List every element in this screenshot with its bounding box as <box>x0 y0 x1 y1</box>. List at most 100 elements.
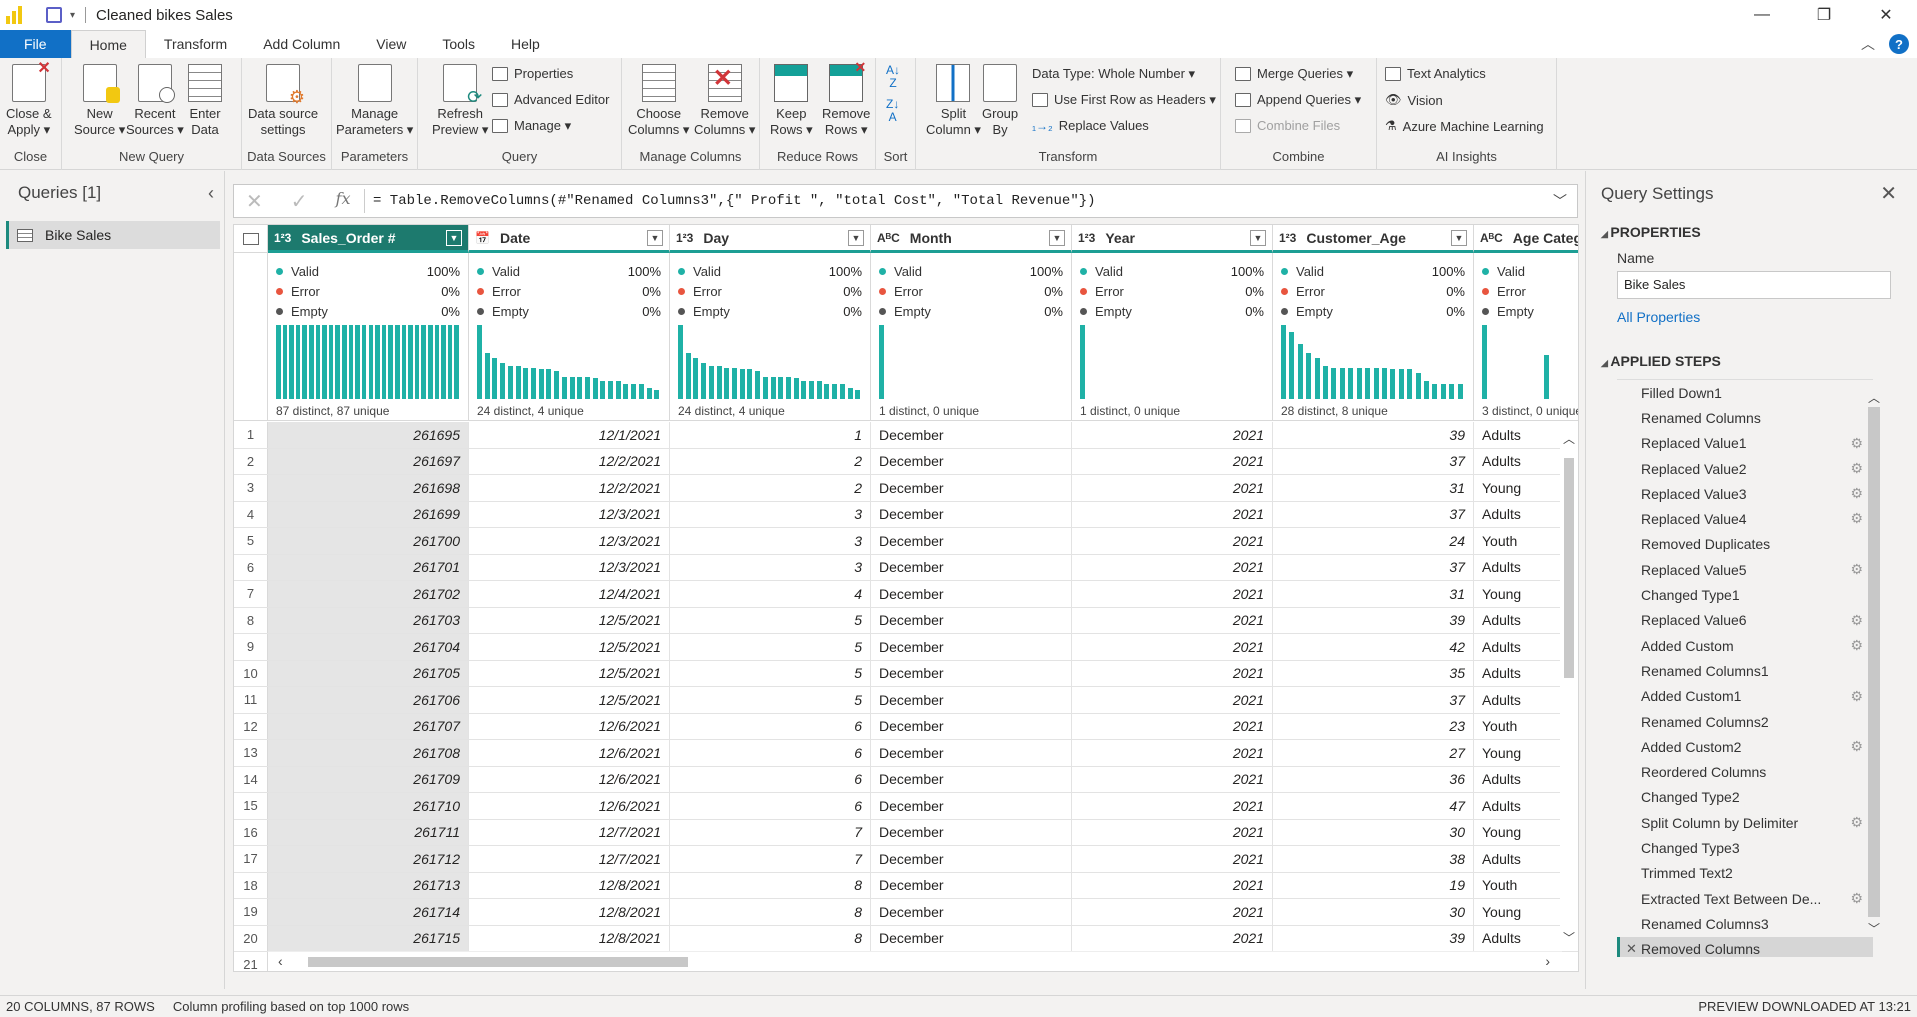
table-cell[interactable]: 261700 <box>268 528 469 554</box>
step-settings-gear-icon[interactable]: ⚙ <box>1850 485 1863 502</box>
column-filter-dropdown-icon[interactable]: ▼ <box>848 230 864 246</box>
table-cell[interactable]: December <box>871 475 1072 501</box>
row-number[interactable]: 15 <box>234 793 268 819</box>
table-cell[interactable]: 37 <box>1273 501 1474 527</box>
table-cell[interactable]: 23 <box>1273 713 1474 739</box>
column-type-icon[interactable]: 1²3 <box>1078 231 1095 245</box>
table-cell[interactable]: 261695 <box>268 422 469 448</box>
table-cell[interactable]: 31 <box>1273 581 1474 607</box>
table-cell[interactable]: 39 <box>1273 422 1474 448</box>
table-cell[interactable]: December <box>871 819 1072 845</box>
table-cell[interactable]: 4 <box>670 581 871 607</box>
tab-transform[interactable]: Transform <box>146 30 245 58</box>
row-number[interactable]: 8 <box>234 607 268 633</box>
table-menu-icon[interactable] <box>234 225 268 253</box>
row-number[interactable]: 5 <box>234 528 268 554</box>
remove-rows-button[interactable]: ✕ Remove Rows ▾ <box>822 59 870 138</box>
table-cell[interactable]: 261712 <box>268 846 469 872</box>
applied-step[interactable]: ✕ Removed Columns <box>1617 936 1873 957</box>
quick-access-dropdown-icon[interactable]: ▾ <box>70 10 75 21</box>
choose-columns-button[interactable]: Choose Columns ▾ <box>628 64 689 138</box>
all-properties-link[interactable]: All Properties <box>1617 309 1700 325</box>
column-filter-dropdown-icon[interactable]: ▼ <box>446 230 462 246</box>
append-queries-button[interactable]: Append Queries ▾ <box>1235 92 1361 108</box>
table-cell[interactable]: 7 <box>670 846 871 872</box>
table-row[interactable]: 17 261712 12/7/2021 7 December 2021 38 Adults <box>234 846 1578 873</box>
column-filter-dropdown-icon[interactable]: ▼ <box>1451 230 1467 246</box>
table-cell[interactable]: 261698 <box>268 475 469 501</box>
applied-step[interactable]: Renamed Columns2 <box>1617 709 1873 734</box>
table-row[interactable]: 4 261699 12/3/2021 3 December 2021 37 Adults <box>234 501 1578 528</box>
table-cell[interactable]: 24 <box>1273 528 1474 554</box>
row-number[interactable]: 21 <box>234 952 268 971</box>
close-settings-icon[interactable]: ✕ <box>1880 181 1897 206</box>
table-cell[interactable]: 39 <box>1273 607 1474 633</box>
tab-file[interactable]: File <box>0 30 71 58</box>
table-cell[interactable]: 36 <box>1273 766 1474 792</box>
table-cell[interactable]: 6 <box>670 713 871 739</box>
table-cell[interactable]: 261708 <box>268 740 469 766</box>
enter-data-button[interactable]: Enter Data <box>188 64 222 138</box>
table-cell[interactable]: 261699 <box>268 501 469 527</box>
table-cell[interactable]: 30 <box>1273 899 1474 925</box>
sort-ascending-button[interactable]: A↓ Z <box>886 64 900 90</box>
split-column-button[interactable]: Split Column ▾ <box>926 64 981 138</box>
table-cell[interactable]: 12/5/2021 <box>469 607 670 633</box>
column-filter-dropdown-icon[interactable]: ▼ <box>647 230 663 246</box>
step-settings-gear-icon[interactable]: ⚙ <box>1850 612 1863 629</box>
steps-scroll-up-icon[interactable]: ︿ <box>1868 389 1880 406</box>
table-cell[interactable]: 2021 <box>1072 846 1273 872</box>
table-cell[interactable]: December <box>871 713 1072 739</box>
column-header[interactable]: 📅 Date ▼ <box>469 225 670 253</box>
vertical-scrollbar[interactable]: ︿ ﹀ <box>1560 422 1578 950</box>
use-first-row-headers-button[interactable]: Use First Row as Headers ▾ <box>1032 92 1216 108</box>
applied-step[interactable]: Split Column by Delimiter ⚙ <box>1617 810 1873 835</box>
table-cell[interactable]: 261707 <box>268 713 469 739</box>
steps-scroll-thumb[interactable] <box>1868 407 1880 917</box>
table-cell[interactable]: 12/3/2021 <box>469 528 670 554</box>
table-cell[interactable]: 12/6/2021 <box>469 766 670 792</box>
table-cell[interactable]: 2021 <box>1072 899 1273 925</box>
save-icon[interactable] <box>46 7 62 23</box>
row-number[interactable]: 18 <box>234 872 268 898</box>
table-cell[interactable]: 12/8/2021 <box>469 899 670 925</box>
table-cell[interactable]: 37 <box>1273 687 1474 713</box>
table-row[interactable]: 7 261702 12/4/2021 4 December 2021 31 Young <box>234 581 1578 608</box>
table-cell[interactable]: 5 <box>670 687 871 713</box>
table-cell[interactable]: 12/6/2021 <box>469 713 670 739</box>
table-cell[interactable]: 2021 <box>1072 607 1273 633</box>
column-type-icon[interactable]: AᴮC <box>877 231 900 245</box>
tab-home[interactable]: Home <box>70 30 146 58</box>
step-settings-gear-icon[interactable]: ⚙ <box>1850 561 1863 578</box>
table-cell[interactable]: 12/2/2021 <box>469 475 670 501</box>
applied-step[interactable]: Renamed Columns1 <box>1617 658 1873 683</box>
applied-step[interactable]: Replaced Value3 ⚙ <box>1617 481 1873 506</box>
table-cell[interactable]: 12/7/2021 <box>469 819 670 845</box>
table-cell[interactable]: 2021 <box>1072 422 1273 448</box>
table-cell[interactable]: 261703 <box>268 607 469 633</box>
table-cell[interactable]: 2021 <box>1072 660 1273 686</box>
table-cell[interactable]: 38 <box>1273 846 1474 872</box>
table-cell[interactable]: 12/5/2021 <box>469 634 670 660</box>
expand-formula-icon[interactable]: ﹀ <box>1553 191 1567 211</box>
row-number[interactable]: 6 <box>234 554 268 580</box>
table-row[interactable]: 3 261698 12/2/2021 2 December 2021 31 Young <box>234 475 1578 502</box>
delete-step-icon[interactable]: ✕ <box>1626 941 1637 957</box>
data-source-settings-button[interactable]: ⚙ Data source settings <box>248 64 318 138</box>
combine-files-button[interactable]: Combine Files <box>1235 118 1340 133</box>
applied-step[interactable]: Removed Duplicates <box>1617 532 1873 557</box>
table-cell[interactable]: 7 <box>670 819 871 845</box>
table-cell[interactable]: 12/2/2021 <box>469 448 670 474</box>
table-cell[interactable]: 261715 <box>268 925 469 951</box>
row-number[interactable]: 13 <box>234 740 268 766</box>
applied-step[interactable]: Reordered Columns <box>1617 759 1873 784</box>
table-cell[interactable]: 3 <box>670 528 871 554</box>
table-cell[interactable]: 261704 <box>268 634 469 660</box>
close-apply-button[interactable]: ✕ Close & Apply ▾ <box>6 61 52 138</box>
table-cell[interactable]: 3 <box>670 554 871 580</box>
formula-text[interactable]: = Table.RemoveColumns(#"Renamed Columns3… <box>373 193 1096 209</box>
help-icon[interactable]: ? <box>1889 34 1909 54</box>
table-cell[interactable]: 35 <box>1273 660 1474 686</box>
table-cell[interactable]: 261711 <box>268 819 469 845</box>
table-cell[interactable]: 12/3/2021 <box>469 501 670 527</box>
